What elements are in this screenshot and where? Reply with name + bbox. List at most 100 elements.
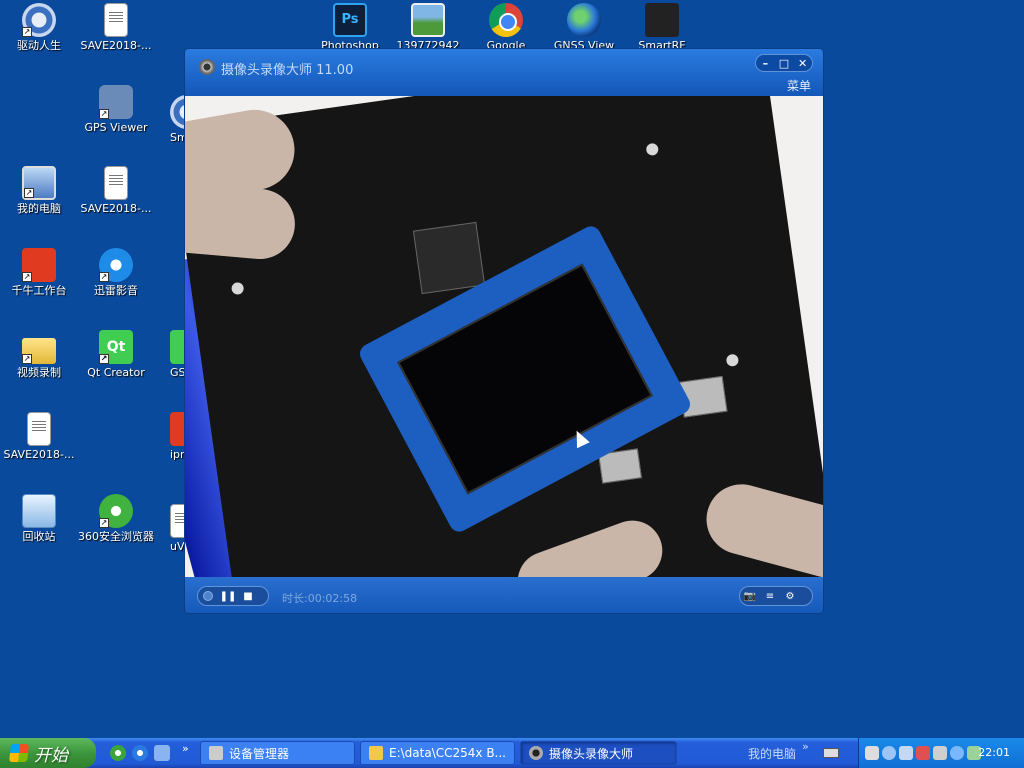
desktop-icon-partial-ipm[interactable]: ipm: [170, 412, 184, 461]
desktop-icon-360-browser[interactable]: ↗ 360安全浏览器: [78, 494, 154, 543]
clock[interactable]: 22:01: [978, 746, 1010, 759]
window-title-bar[interactable]: 摄像头录像大师 11.00 – □ ✕ 菜单: [185, 49, 823, 96]
volume-icon[interactable]: [933, 746, 947, 760]
desktop-icon-smartrf[interactable]: SmartRF: [624, 3, 700, 52]
camera-video-preview: [185, 96, 823, 577]
pause-button[interactable]: ❚❚: [218, 587, 238, 605]
app-icon: [170, 412, 184, 446]
tool-controls: 📷 ≡ ⚙: [739, 586, 813, 606]
desktop-icon-my-computer[interactable]: ↗ 我的电脑: [1, 166, 77, 215]
desktop-icon-label: 回收站: [22, 531, 56, 543]
task-explorer-folder[interactable]: E:\data\CC254x B...: [360, 741, 515, 765]
desktop-icon-partial-gsm[interactable]: GSM 助: [170, 330, 184, 379]
menu-button[interactable]: 菜单: [787, 77, 811, 94]
show-desktop-icon[interactable]: [154, 745, 170, 761]
folder-icon: [369, 746, 383, 760]
desktop-icon-recycle-bin[interactable]: 回收站: [1, 494, 77, 543]
text-file-icon: [104, 166, 128, 200]
task-label: 设备管理器: [229, 746, 290, 761]
desktop-icon-label: SAVE2018-...: [3, 449, 75, 461]
start-button[interactable]: 开始: [0, 738, 96, 768]
windows-logo-icon: [9, 744, 29, 762]
desktop-icon-xunlei[interactable]: ↗ 迅雷影音: [78, 248, 154, 297]
stop-button[interactable]: ■: [238, 587, 258, 605]
desktop-icon-label: 360安全浏览器: [78, 531, 154, 543]
app-icon: [170, 95, 184, 129]
desktop-icon-label: GPS Viewer: [84, 122, 148, 134]
task-device-manager[interactable]: 设备管理器: [200, 741, 355, 765]
list-button[interactable]: ≡: [760, 587, 780, 605]
webcam-icon: [529, 746, 543, 760]
maximize-button[interactable]: □: [776, 57, 792, 70]
desktop-icon-video-record[interactable]: ↗ 视频录制: [1, 330, 77, 379]
player-control-bar: ❚❚ ■ 时长:00:02:58 📷 ≡ ⚙: [185, 577, 823, 613]
settings-button[interactable]: ⚙: [780, 587, 800, 605]
desktop-icon-save2018-2[interactable]: SAVE2018-...: [78, 166, 154, 215]
desktop-icon-label: 视频录制: [17, 367, 61, 379]
my-computer-toolbar[interactable]: 我的电脑: [748, 745, 796, 762]
folder-icon: ↗: [22, 338, 56, 364]
desktop-icon-partial-sm[interactable]: Sm St: [170, 95, 184, 144]
record-icon: [203, 591, 213, 601]
start-label: 开始: [34, 745, 68, 766]
desktop-icon-label: Qt Creator: [87, 367, 145, 379]
globe-icon: [567, 3, 601, 37]
text-file-icon: [104, 3, 128, 37]
close-button[interactable]: ✕: [795, 57, 811, 70]
desktop-icon-label: GSM 助: [170, 367, 184, 379]
webcam-icon: [199, 59, 215, 75]
network-icon[interactable]: [865, 746, 879, 760]
satellite-icon: ↗: [99, 85, 133, 119]
network-disconnected-icon[interactable]: [916, 746, 930, 760]
quicklaunch-more-icon[interactable]: »: [182, 742, 189, 755]
browser-quicklaunch-icon[interactable]: [132, 745, 148, 761]
duration-display: 时长:00:02:58: [282, 592, 358, 605]
taskbar: 开始 » 设备管理器 E:\data\CC254x B... 摄像头录像大师 我…: [0, 738, 1024, 768]
desktop-icon-image-file[interactable]: 139772942: [390, 3, 466, 52]
desktop-icon-label: 迅雷影音: [94, 285, 138, 297]
gear-tray-icon[interactable]: [882, 746, 896, 760]
desktop-icon-save2018-1[interactable]: SAVE2018-...: [78, 3, 154, 52]
task-label: 摄像头录像大师: [549, 746, 634, 761]
record-button[interactable]: [198, 587, 218, 605]
desktop-icon-qianniu[interactable]: ↗ 千牛工作台: [1, 248, 77, 297]
photoshop-icon: Ps: [333, 3, 367, 37]
qt-icon: Qt ↗: [99, 330, 133, 364]
desktop-icon-label: SAVE2018-...: [80, 203, 152, 215]
desktop-icon-gnss-view[interactable]: GNSS View: [546, 3, 622, 52]
ie-icon[interactable]: [110, 745, 126, 761]
browser-icon: ↗: [99, 494, 133, 528]
smartrf-icon: [645, 3, 679, 37]
desktop-icon-google-chrome[interactable]: Google: [468, 3, 544, 52]
desktop-icon-partial-uv[interactable]: uV: [170, 504, 184, 553]
toolbar-more-icon[interactable]: »: [802, 740, 809, 753]
window-controls: – □ ✕: [755, 54, 813, 72]
qianniu-icon: ↗: [22, 248, 56, 282]
desktop-icon-label: 驱动人生: [17, 40, 61, 52]
task-label: E:\data\CC254x B...: [389, 746, 506, 760]
recycle-bin-icon: [22, 494, 56, 528]
system-tray: 22:01: [858, 738, 1024, 768]
snapshot-button[interactable]: 📷: [740, 587, 760, 605]
desktop-icon-driver-genius[interactable]: ↗ 驱动人生: [1, 3, 77, 52]
camera-recorder-window: 摄像头录像大师 11.00 – □ ✕ 菜单 ❚❚ ■ 时长:00:02:58 …: [184, 48, 824, 614]
duration-label: 时长: [282, 592, 304, 605]
desktop-icon-qt-creator[interactable]: Qt ↗ Qt Creator: [78, 330, 154, 379]
task-camera-recorder[interactable]: 摄像头录像大师: [520, 741, 677, 765]
desktop-icon-label: Sm St: [170, 132, 184, 144]
qq-icon[interactable]: [950, 746, 964, 760]
computer-icon: ↗: [22, 166, 56, 200]
desktop-icon-save2018-3[interactable]: SAVE2018-...: [1, 412, 77, 461]
gear-icon: ↗: [22, 3, 56, 37]
device-manager-icon: [209, 746, 223, 760]
desktop-icon-gps-viewer[interactable]: ↗ GPS Viewer: [78, 85, 154, 134]
image-file-icon: [411, 3, 445, 37]
microcontroller-chip: [412, 221, 486, 295]
minimize-button[interactable]: –: [757, 57, 773, 70]
play-icon: ↗: [99, 248, 133, 282]
desktop-icon-photoshop[interactable]: Ps Photoshop: [312, 3, 388, 52]
text-file-icon: [27, 412, 51, 446]
keyboard-icon[interactable]: [823, 748, 839, 758]
window-title: 摄像头录像大师 11.00: [221, 63, 354, 78]
monitor-tray-icon[interactable]: [899, 746, 913, 760]
